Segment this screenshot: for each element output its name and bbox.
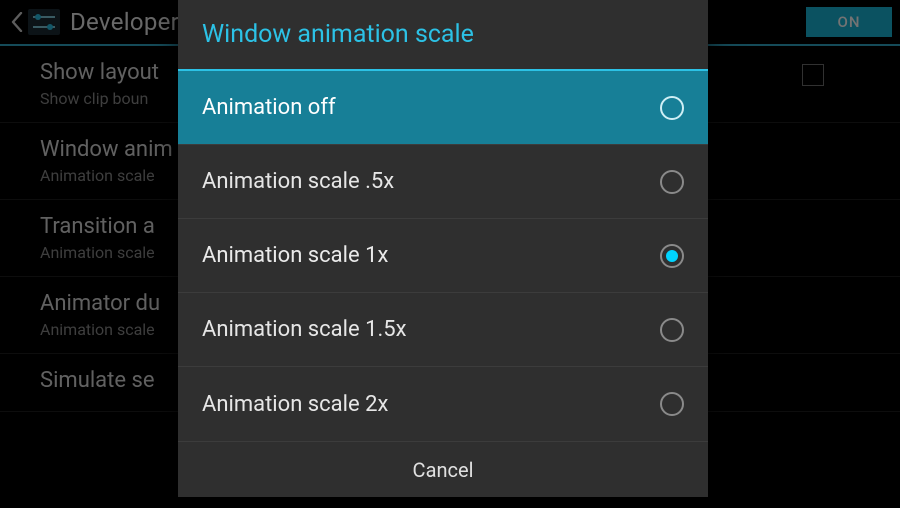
page-title: Developer	[70, 8, 179, 36]
animation-scale-dialog: Window animation scale Animation off Ani…	[178, 0, 708, 497]
cancel-label: Cancel	[413, 458, 474, 482]
checkbox-icon[interactable]	[802, 64, 824, 86]
option-animation-1x[interactable]: Animation scale 1x	[178, 219, 708, 293]
radio-icon	[660, 318, 684, 342]
cancel-button[interactable]: Cancel	[178, 441, 708, 497]
radio-icon	[660, 96, 684, 120]
radio-icon	[660, 244, 684, 268]
back-button[interactable]	[8, 0, 62, 45]
radio-icon	[660, 392, 684, 416]
chevron-left-icon	[8, 0, 26, 45]
option-animation-05x[interactable]: Animation scale .5x	[178, 145, 708, 219]
option-label: Animation scale 1x	[202, 243, 660, 268]
option-label: Animation scale 1.5x	[202, 317, 660, 342]
dialog-title: Window animation scale	[178, 0, 708, 71]
option-animation-off[interactable]: Animation off	[178, 71, 708, 145]
radio-icon	[660, 170, 684, 194]
option-animation-2x[interactable]: Animation scale 2x	[178, 367, 708, 441]
sliders-icon	[26, 7, 62, 37]
option-animation-15x[interactable]: Animation scale 1.5x	[178, 293, 708, 367]
option-label: Animation scale .5x	[202, 169, 660, 194]
master-toggle[interactable]: ON	[806, 7, 892, 37]
option-label: Animation scale 2x	[202, 392, 660, 417]
option-label: Animation off	[202, 95, 660, 120]
toggle-label: ON	[838, 13, 861, 31]
